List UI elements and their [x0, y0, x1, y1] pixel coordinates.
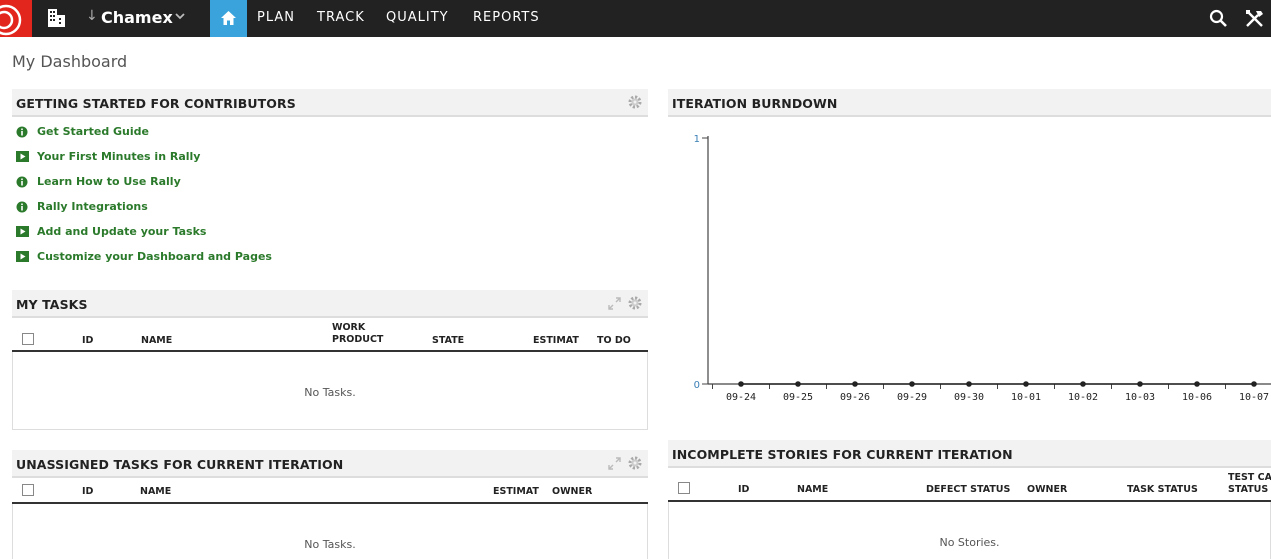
- col-state[interactable]: STATE: [432, 335, 464, 347]
- burndown-title: ITERATION BURNDOWN: [672, 96, 838, 111]
- stories-grid-body: No Stories.: [668, 502, 1271, 559]
- gear-icon[interactable]: [628, 296, 642, 310]
- getting-started-header: GETTING STARTED FOR CONTRIBUTORS: [12, 89, 648, 117]
- data-point: [909, 381, 915, 387]
- col-id[interactable]: ID: [82, 486, 93, 498]
- link-label[interactable]: Get Started Guide: [37, 125, 149, 138]
- video-icon: [16, 226, 29, 237]
- col-estimate[interactable]: ESTIMAT: [493, 486, 539, 498]
- incomplete-stories-title: INCOMPLETE STORIES FOR CURRENT ITERATION: [672, 447, 1013, 462]
- workspace-name[interactable]: Chamex: [101, 8, 173, 27]
- unassigned-grid-header: ID NAME ESTIMAT OWNER: [12, 478, 648, 504]
- my-tasks-header: MY TASKS: [12, 290, 648, 318]
- col-test-case-2[interactable]: STATUS: [1228, 484, 1268, 496]
- chevron-down-icon[interactable]: [174, 10, 186, 22]
- data-point: [1080, 381, 1086, 387]
- col-work-product-2[interactable]: PRODUCT: [332, 334, 383, 346]
- rally-logo[interactable]: [0, 0, 32, 37]
- x-tick-label: 09-30: [954, 392, 984, 403]
- expand-icon[interactable]: [608, 457, 621, 470]
- page-title: My Dashboard: [12, 52, 128, 71]
- x-tick-label: 10-02: [1068, 392, 1098, 403]
- col-defect-status[interactable]: DEFECT STATUS: [926, 484, 1010, 496]
- data-point: [852, 381, 858, 387]
- data-point: [1137, 381, 1143, 387]
- empty-message: No Stories.: [939, 536, 1000, 549]
- select-all-checkbox[interactable]: [22, 484, 34, 496]
- burndown-chart: 0 1 09-24 09-25 09-26 09-29 09-30 10-01 10-02 10-…: [694, 134, 1271, 403]
- link-label[interactable]: Your First Minutes in Rally: [37, 150, 200, 163]
- info-icon: [16, 176, 28, 188]
- col-id[interactable]: ID: [82, 335, 93, 347]
- info-icon: [16, 126, 28, 138]
- workspace-building-icon[interactable]: [46, 8, 68, 28]
- incomplete-stories-header: INCOMPLETE STORIES FOR CURRENT ITERATION: [668, 440, 1271, 468]
- y-tick-label: 1: [694, 134, 700, 145]
- gear-icon[interactable]: [628, 456, 642, 470]
- col-task-status[interactable]: TASK STATUS: [1127, 484, 1198, 496]
- my-tasks-grid-header: ID NAME WORK PRODUCT STATE ESTIMAT TO DO: [12, 318, 648, 352]
- col-name[interactable]: NAME: [141, 335, 172, 347]
- expand-icon[interactable]: [608, 297, 621, 310]
- col-todo[interactable]: TO DO: [597, 335, 631, 347]
- burndown-header: ITERATION BURNDOWN: [668, 89, 1271, 117]
- tools-icon[interactable]: [1244, 8, 1265, 29]
- home-button[interactable]: [210, 0, 247, 37]
- gear-icon[interactable]: [628, 95, 642, 109]
- unassigned-tasks-header: UNASSIGNED TASKS FOR CURRENT ITERATION: [12, 450, 648, 478]
- x-tick-label: 10-01: [1011, 392, 1041, 403]
- col-name[interactable]: NAME: [797, 484, 828, 496]
- x-tick-label: 10-03: [1125, 392, 1155, 403]
- unassigned-grid-body: No Tasks.: [12, 504, 648, 559]
- data-point: [1251, 381, 1257, 387]
- col-name[interactable]: NAME: [140, 486, 171, 498]
- x-tick-label: 09-24: [726, 392, 756, 403]
- empty-message: No Tasks.: [304, 386, 356, 399]
- home-icon: [221, 11, 236, 25]
- top-nav-bar: ↓ Chamex PLAN TRACK QUALITY REPORTS: [0, 0, 1271, 37]
- select-all-checkbox[interactable]: [22, 333, 34, 345]
- nav-track[interactable]: TRACK: [317, 10, 365, 25]
- unassigned-tasks-title: UNASSIGNED TASKS FOR CURRENT ITERATION: [16, 457, 344, 472]
- col-owner[interactable]: OWNER: [552, 486, 592, 498]
- data-point: [966, 381, 972, 387]
- video-icon: [16, 151, 29, 162]
- link-label[interactable]: Add and Update your Tasks: [37, 225, 206, 238]
- col-work-product-1[interactable]: WORK: [332, 322, 365, 334]
- link-label[interactable]: Customize your Dashboard and Pages: [37, 250, 272, 263]
- col-estimate[interactable]: ESTIMAT: [533, 335, 579, 347]
- data-point: [795, 381, 801, 387]
- getting-started-title: GETTING STARTED FOR CONTRIBUTORS: [16, 96, 296, 111]
- col-id[interactable]: ID: [738, 484, 749, 496]
- data-point: [738, 381, 744, 387]
- nav-plan[interactable]: PLAN: [257, 10, 295, 25]
- stories-grid-header: ID NAME DEFECT STATUS OWNER TASK STATUS …: [668, 468, 1271, 502]
- x-tick-label: 10-06: [1182, 392, 1212, 403]
- data-point: [1194, 381, 1200, 387]
- x-tick-label: 09-26: [840, 392, 870, 403]
- search-icon[interactable]: [1209, 9, 1228, 28]
- select-all-checkbox[interactable]: [678, 482, 690, 494]
- down-arrow-icon: ↓: [86, 8, 98, 24]
- data-point: [1023, 381, 1029, 387]
- nav-quality[interactable]: QUALITY: [386, 10, 449, 25]
- nav-reports[interactable]: REPORTS: [473, 10, 540, 25]
- empty-message: No Tasks.: [304, 538, 356, 551]
- x-tick-label: 09-29: [897, 392, 927, 403]
- x-tick-label: 10-07: [1239, 392, 1269, 403]
- my-tasks-grid-body: No Tasks.: [12, 352, 648, 430]
- link-label[interactable]: Learn How to Use Rally: [37, 175, 181, 188]
- x-tick-label: 09-25: [783, 392, 813, 403]
- link-label[interactable]: Rally Integrations: [37, 200, 148, 213]
- y-tick-label: 0: [694, 380, 700, 391]
- col-owner[interactable]: OWNER: [1027, 484, 1067, 496]
- col-test-case-1[interactable]: TEST CAS: [1228, 472, 1271, 484]
- video-icon: [16, 251, 29, 262]
- my-tasks-title: MY TASKS: [16, 297, 88, 312]
- info-icon: [16, 201, 28, 213]
